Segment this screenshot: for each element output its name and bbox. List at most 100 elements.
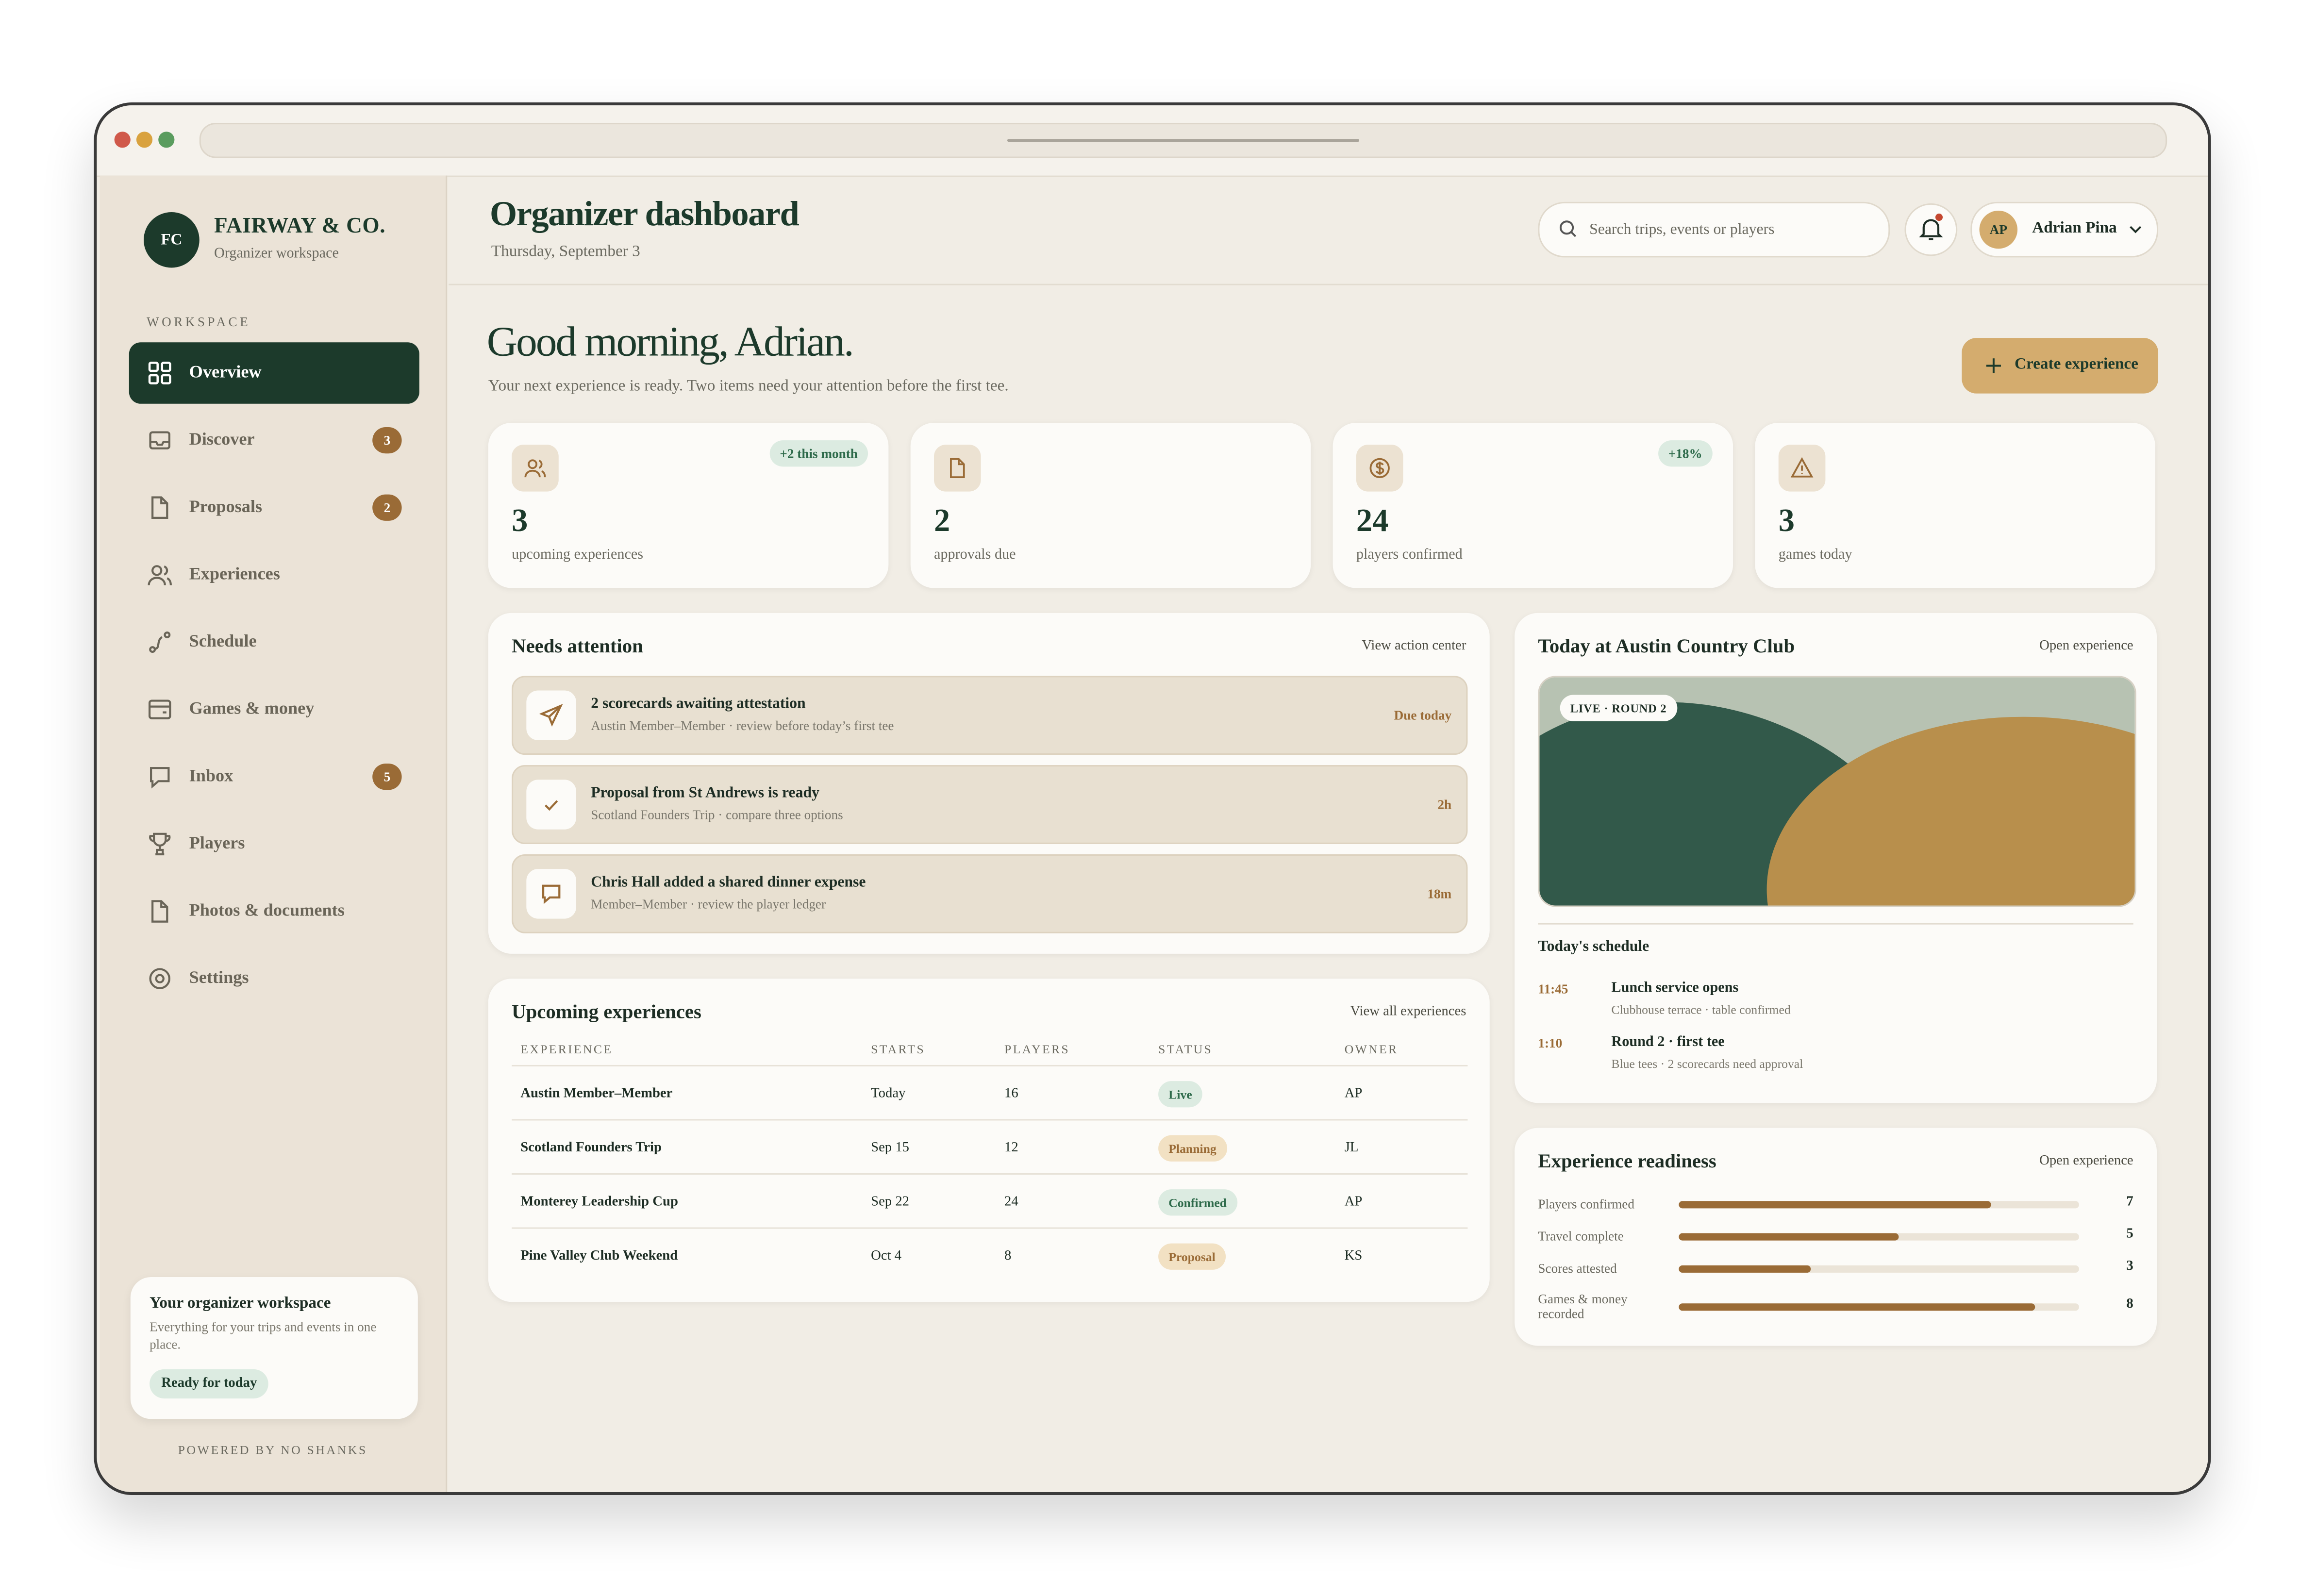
close-window-dot[interactable] [114, 132, 131, 148]
card-title: Upcoming experiences [512, 1000, 701, 1023]
experience-owner: JL [1344, 1141, 1359, 1156]
sidebar-item-settings[interactable]: Settings [129, 948, 419, 1010]
user-name: Adrian Pina [2032, 219, 2117, 237]
sidebar-item-discover[interactable]: Discover 3 [129, 410, 419, 471]
needs-attention-card: Needs attention View action center 2 sco… [488, 613, 1490, 954]
attention-subtitle: Austin Member–Member · review before tod… [591, 718, 894, 733]
count-badge: 3 [372, 427, 402, 454]
readiness-bar [1679, 1233, 1899, 1241]
document-icon [950, 458, 965, 479]
search-box[interactable] [1538, 201, 1890, 258]
maximize-window-dot[interactable] [158, 132, 175, 148]
stat-label: upcoming experiences [512, 547, 644, 564]
stat-label: players confirmed [1356, 547, 1463, 564]
schedule-item-subtitle: Clubhouse terrace · table confirmed [1611, 1002, 1791, 1017]
route-icon [149, 632, 171, 653]
attention-item[interactable]: 2 scorecards awaiting attestation Austin… [512, 676, 1468, 755]
attention-subtitle: Member–Member · review the player ledger [591, 897, 826, 912]
card-title: Needs attention [512, 634, 643, 657]
sidebar-item-inbox[interactable]: Inbox 5 [129, 746, 419, 808]
view-all-experiences-link[interactable]: View all experiences [1350, 1005, 1466, 1019]
sidebar-item-experiences[interactable]: Experiences [129, 544, 419, 606]
readiness-track [1679, 1303, 2079, 1311]
table-row[interactable]: Pine Valley Club Weekend Oct 4 8 Proposa… [512, 1227, 1468, 1283]
experience-start: Oct 4 [871, 1249, 902, 1264]
stat-icon-tile [1778, 445, 1826, 492]
page-title: Organizer dashboard [489, 196, 800, 234]
column-header: EXPERIENCE [520, 1041, 613, 1056]
table-row[interactable]: Austin Member–Member Today 16 Live AP [512, 1064, 1468, 1121]
create-experience-button[interactable]: + Create experience [1962, 338, 2159, 394]
chevron-down-icon [2130, 226, 2142, 233]
readiness-value: 8 [2126, 1297, 2133, 1313]
stat-value: 3 [512, 501, 528, 539]
attention-item[interactable]: Proposal from St Andrews is ready Scotla… [512, 765, 1468, 844]
card-title: Today at Austin Country Club [1538, 634, 1795, 657]
experience-start: Sep 22 [871, 1195, 910, 1210]
table-row[interactable]: Monterey Leadership Cup Sep 22 24 Confir… [512, 1173, 1468, 1229]
sidebar-item-overview[interactable]: Overview [129, 342, 419, 404]
sidebar-item-label: Settings [189, 967, 249, 988]
send-icon [539, 703, 563, 727]
readiness-bar [1679, 1201, 1991, 1209]
card-title: Experience readiness [1538, 1149, 1716, 1172]
readiness-track [1679, 1265, 2079, 1273]
readiness-track [1679, 1201, 2079, 1209]
gear-icon [149, 968, 170, 989]
live-badge: LIVE · ROUND 2 [1560, 695, 1677, 721]
warning-triangle-icon [1790, 457, 1814, 478]
sidebar-item-proposals[interactable]: Proposals 2 [129, 477, 419, 538]
attention-item[interactable]: Chris Hall added a shared dinner expense… [512, 854, 1468, 933]
experience-name: Austin Member–Member [520, 1087, 673, 1102]
experience-owner: AP [1344, 1195, 1363, 1210]
stat-card-approvals: 2 approvals due [910, 422, 1311, 588]
sidebar-item-schedule[interactable]: Schedule [129, 612, 419, 673]
greeting-subtitle: Your next experience is ready. Two items… [488, 377, 1009, 395]
experience-readiness-card: Experience readiness Open experience Pla… [1515, 1128, 2157, 1346]
dollar-coin-icon [1369, 458, 1390, 479]
trend-chip: +2 this month [769, 440, 868, 467]
brand-logo: FC [143, 212, 200, 268]
sidebar-item-label: Overview [189, 361, 262, 382]
attention-icon-tile [526, 869, 577, 919]
browser-chrome [97, 105, 2208, 177]
address-bar[interactable] [199, 123, 2167, 158]
sidebar-item-label: Experiences [189, 563, 280, 584]
attention-icon-tile [526, 690, 577, 740]
schedule-time: 11:45 [1538, 981, 1568, 997]
grid-icon [148, 362, 171, 384]
view-action-center-link[interactable]: View action center [1362, 639, 1466, 654]
notifications-button[interactable] [1904, 203, 1958, 256]
search-input[interactable] [1589, 216, 1876, 243]
top-bar: Organizer dashboard Thursday, September … [449, 176, 2208, 285]
sidebar: FC FAIRWAY & CO. Organizer workspace WOR… [100, 175, 448, 1492]
trophy-icon [149, 832, 171, 856]
stat-value: 3 [1778, 501, 1795, 539]
sidebar-item-players[interactable]: Players [129, 814, 419, 875]
readiness-track [1679, 1233, 2079, 1241]
minimize-window-dot[interactable] [136, 132, 153, 148]
sidebar-item-photos-documents[interactable]: Photos & documents [129, 881, 419, 942]
sidebar-item-label: Proposals [189, 496, 263, 516]
users-icon [524, 459, 546, 478]
sidebar-item-label: Players [189, 832, 245, 853]
status-badge: Planning [1158, 1135, 1227, 1162]
count-badge: 5 [372, 764, 402, 790]
sidebar-item-games-money[interactable]: Games & money [129, 679, 419, 740]
table-row[interactable]: Scotland Founders Trip Sep 15 12 Plannin… [512, 1119, 1468, 1175]
attention-title: Chris Hall added a shared dinner expense [591, 875, 866, 891]
avatar: AP [1979, 210, 2018, 249]
sidebar-item-label: Games & money [189, 698, 315, 718]
readiness-label: Games & money recorded [1538, 1292, 1628, 1321]
status-badge: Live [1158, 1081, 1202, 1108]
attention-due: Due today [1394, 708, 1452, 723]
open-experience-link[interactable]: Open experience [2039, 1154, 2133, 1169]
open-experience-link[interactable]: Open experience [2039, 639, 2133, 654]
stat-icon-tile [512, 445, 559, 492]
count-badge: 2 [372, 494, 402, 521]
user-menu[interactable]: AP Adrian Pina [1970, 201, 2159, 258]
stat-label: approvals due [933, 547, 1016, 564]
experience-name: Monterey Leadership Cup [520, 1195, 678, 1210]
column-header: STATUS [1158, 1041, 1213, 1056]
powered-by: POWERED BY NO SHANKS [178, 1442, 367, 1457]
